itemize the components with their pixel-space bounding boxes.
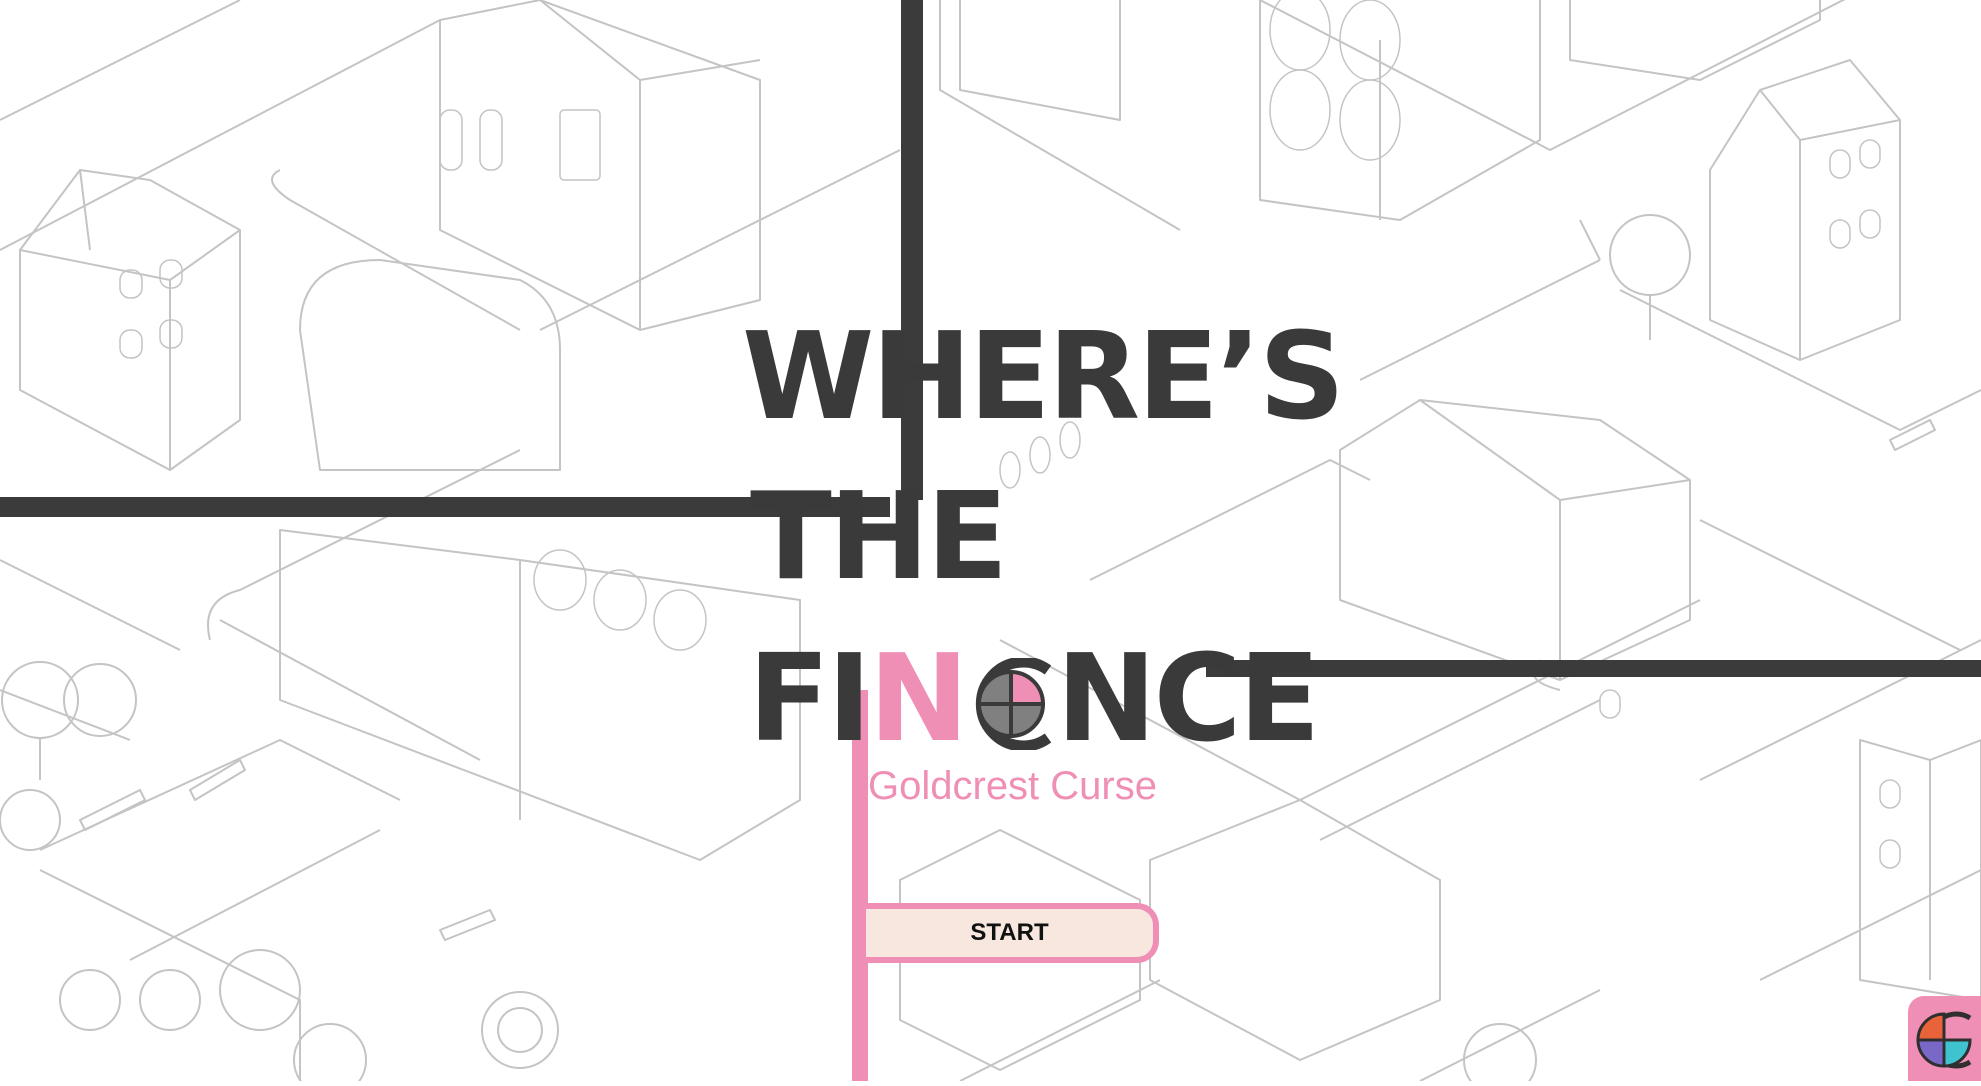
subtitle: Goldcrest Curse [868, 764, 1157, 808]
tree-outline [219, 949, 301, 1031]
title-line-finance: FIN NCE [748, 640, 1321, 760]
fountain-outline [481, 991, 559, 1069]
title-line-wheres: WHERE’S [742, 308, 1345, 447]
tree-outline [1609, 214, 1691, 296]
app-logo-icon [1916, 1011, 1972, 1069]
house-outline [1569, 0, 1821, 81]
tower-outline [1859, 739, 1981, 1001]
title-line-the: THE [750, 468, 1008, 607]
title-pink-n: N [868, 630, 969, 769]
tree-outline [1, 661, 79, 739]
app-logo-button[interactable] [1908, 996, 1981, 1081]
road-outline [0, 0, 1181, 331]
horizontal-divider-right [1206, 660, 1981, 677]
start-button-label: START [970, 919, 1049, 946]
fountain-outline [497, 1007, 543, 1053]
shop-outline [299, 259, 561, 471]
coin-pie-icon [970, 650, 1052, 752]
start-button[interactable]: START [866, 903, 1159, 963]
bench-outline [79, 759, 496, 941]
road-outline [0, 689, 401, 1081]
house-outline [19, 169, 241, 471]
title-nce: NCE [1056, 630, 1320, 769]
tree-outline [63, 663, 137, 737]
title-fi: FI [748, 630, 872, 769]
house-outline [959, 0, 1541, 221]
tree-outline [0, 789, 61, 851]
tree-outline [293, 1023, 367, 1081]
tree-outline [59, 969, 121, 1031]
bank-outline [1339, 399, 1691, 681]
tree-outline [139, 969, 201, 1031]
